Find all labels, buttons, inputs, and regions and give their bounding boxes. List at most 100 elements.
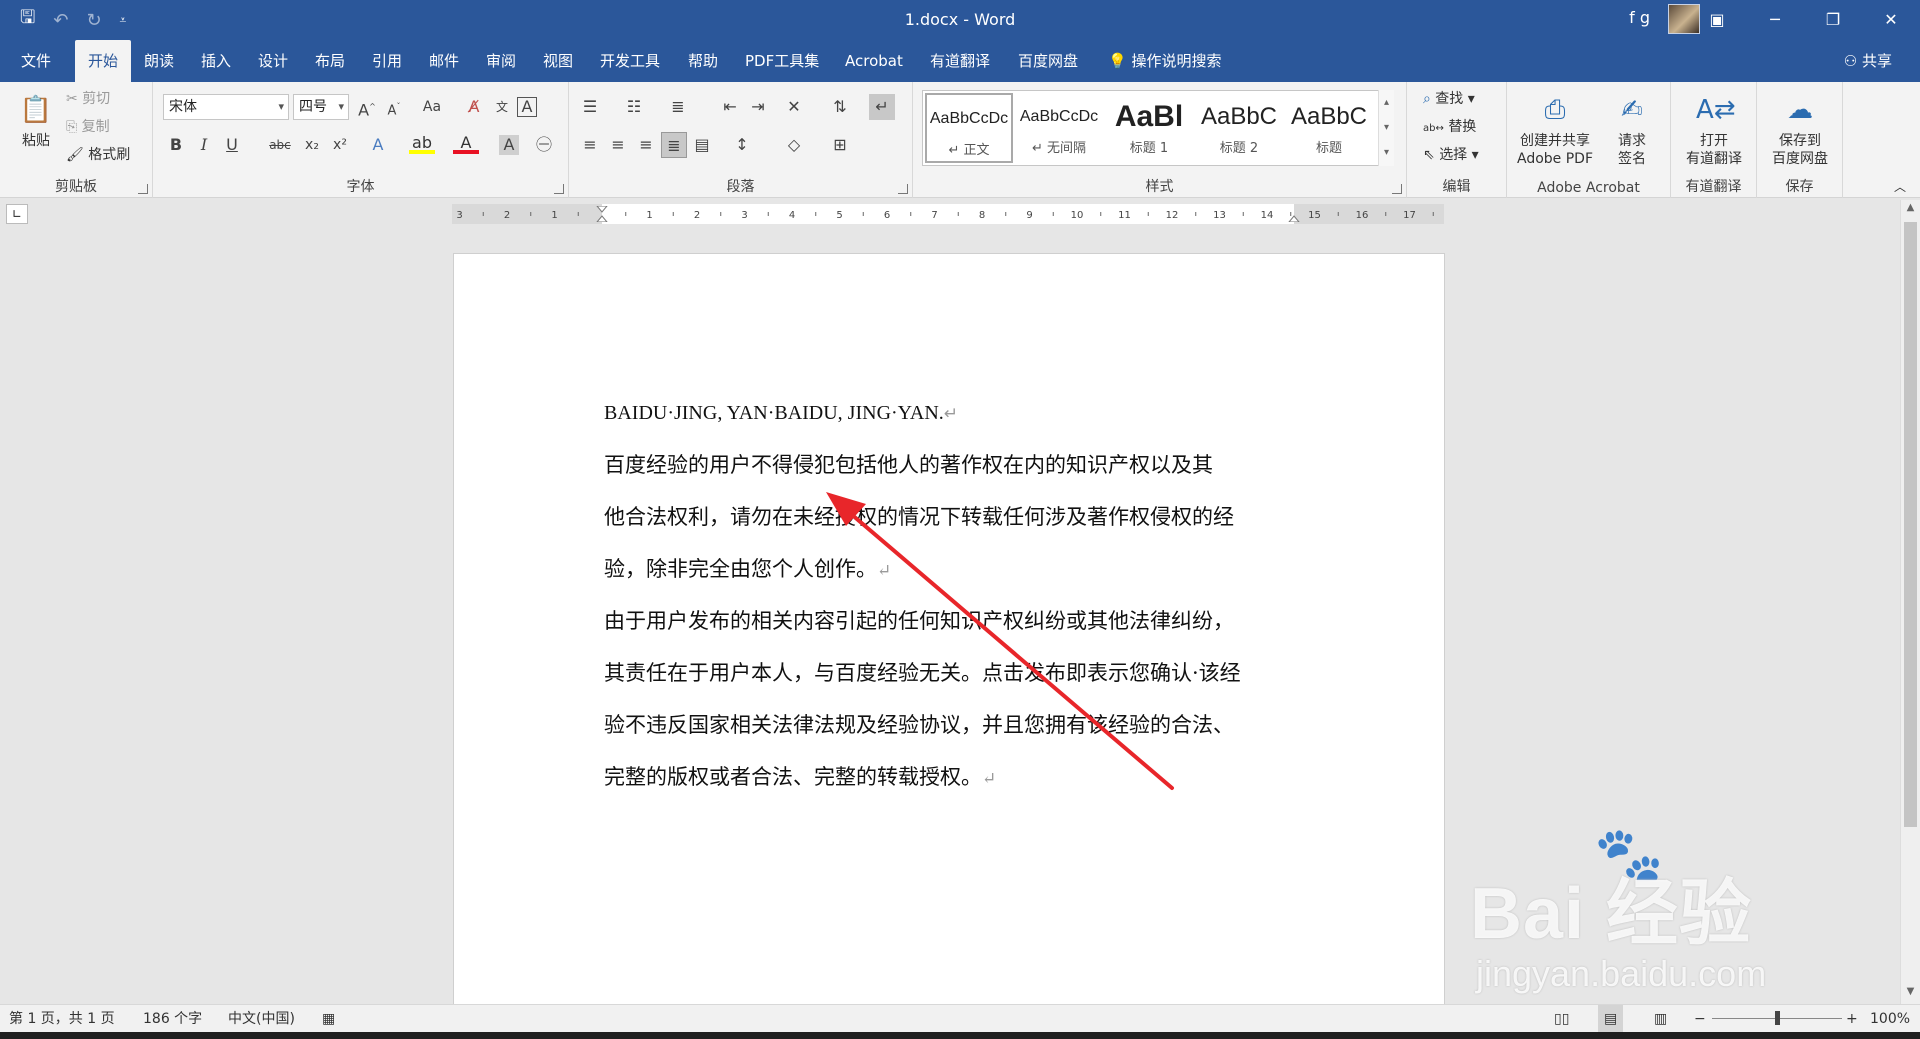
style-heading-2[interactable]: AaBbC 标题 2: [1195, 93, 1283, 163]
decrease-indent-icon[interactable]: ⇤: [717, 94, 743, 120]
indent-marker[interactable]: [596, 206, 608, 213]
paste-button[interactable]: 📋 粘贴: [14, 92, 58, 150]
share-button[interactable]: ⚇ 共享: [1844, 40, 1892, 82]
replace-button[interactable]: ab↔ 替换: [1423, 116, 1476, 136]
copy-button[interactable]: ⎘ 复制: [66, 116, 110, 136]
language-indicator[interactable]: 中文(中国): [228, 1005, 295, 1033]
ribbon-display-options-icon[interactable]: ▣: [1688, 0, 1746, 40]
tab-layout[interactable]: 布局: [307, 40, 353, 82]
zoom-slider-thumb[interactable]: [1775, 1011, 1780, 1025]
tab-references[interactable]: 引用: [364, 40, 410, 82]
align-left-icon[interactable]: ≡: [577, 132, 603, 158]
sort-icon[interactable]: ⇅: [827, 94, 853, 120]
zoom-out-button[interactable]: −: [1694, 1005, 1706, 1033]
indent-marker[interactable]: [596, 215, 608, 222]
highlight-icon[interactable]: ab: [409, 132, 435, 154]
vertical-scrollbar[interactable]: ▲ ▼: [1900, 200, 1920, 1004]
paragraph-launcher-icon[interactable]: [898, 184, 908, 194]
enclose-characters-icon[interactable]: ㊀: [531, 132, 557, 158]
scroll-up-icon[interactable]: ▴: [1379, 90, 1394, 115]
tab-selector[interactable]: ∟: [6, 204, 28, 224]
restore-icon[interactable]: ❐: [1804, 0, 1862, 40]
shading-icon[interactable]: ◇: [781, 132, 807, 158]
create-share-pdf-button[interactable]: ⎙ 创建并共享 Adobe PDF: [1513, 92, 1597, 168]
bullets-icon[interactable]: ☰: [577, 94, 603, 120]
tab-read-aloud[interactable]: 朗读: [136, 40, 182, 82]
zoom-level[interactable]: 100%: [1870, 1005, 1910, 1033]
tab-view[interactable]: 视图: [535, 40, 581, 82]
print-layout-icon[interactable]: ▤: [1598, 1005, 1624, 1033]
tab-help[interactable]: 帮助: [680, 40, 726, 82]
tab-review[interactable]: 审阅: [478, 40, 524, 82]
document-body[interactable]: BAIDU·JING, YAN·BAIDU, JING·YAN.↵ 百度经验的用…: [604, 387, 1304, 803]
save-to-netdisk-button[interactable]: ☁ 保存到 百度网盘: [1761, 92, 1839, 168]
clear-formatting-icon[interactable]: A̸: [461, 94, 487, 120]
align-right-icon[interactable]: ≡: [633, 132, 659, 158]
style-heading-1[interactable]: AaBl 标题 1: [1105, 93, 1193, 163]
minimize-icon[interactable]: ─: [1746, 0, 1804, 40]
zoom-in-button[interactable]: +: [1846, 1005, 1858, 1033]
distributed-icon[interactable]: ▤: [689, 132, 715, 158]
justify-icon[interactable]: ≣: [661, 132, 687, 158]
multilevel-list-icon[interactable]: ≣: [665, 94, 691, 120]
tab-developer[interactable]: 开发工具: [592, 40, 668, 82]
character-border-icon[interactable]: A: [517, 97, 537, 117]
tab-pdf-tools[interactable]: PDF工具集: [737, 40, 827, 82]
align-center-icon[interactable]: ≡: [605, 132, 631, 158]
scroll-thumb[interactable]: [1904, 222, 1917, 827]
tell-me-search[interactable]: 💡 操作说明搜索: [1100, 40, 1229, 82]
show-marks-icon[interactable]: ↵: [869, 94, 895, 120]
grow-font-icon[interactable]: A^: [354, 94, 380, 120]
find-button[interactable]: ⌕ 查找 ▾: [1423, 88, 1475, 108]
bold-button[interactable]: B: [163, 132, 189, 158]
tab-baidu-netdisk[interactable]: 百度网盘: [1010, 40, 1086, 82]
open-youdao-button[interactable]: A⇄ 打开 有道翻译: [1675, 92, 1753, 168]
font-color-icon[interactable]: A: [453, 132, 479, 154]
collapse-ribbon-icon[interactable]: ︿: [1894, 178, 1906, 195]
proofing-icon[interactable]: ▦: [322, 1005, 335, 1033]
text-effects-icon[interactable]: A: [365, 132, 391, 158]
indent-marker[interactable]: [1288, 215, 1300, 222]
user-name[interactable]: f g: [1629, 8, 1650, 27]
styles-scroll[interactable]: ▴ ▾ ▾: [1378, 90, 1394, 166]
change-case-button[interactable]: Aa: [415, 94, 449, 120]
font-name-select[interactable]: 宋体: [163, 94, 289, 120]
page-count[interactable]: 第 1 页，共 1 页: [9, 1005, 115, 1033]
style-title[interactable]: AaBbC 标题: [1285, 93, 1373, 163]
tab-insert[interactable]: 插入: [193, 40, 239, 82]
request-signature-button[interactable]: ✍ 请求 签名: [1607, 92, 1657, 168]
borders-icon[interactable]: ⊞: [827, 132, 853, 158]
tab-design[interactable]: 设计: [250, 40, 296, 82]
scroll-down-icon[interactable]: ▾: [1379, 115, 1394, 140]
strikethrough-button[interactable]: abc: [265, 132, 295, 158]
horizontal-ruler[interactable]: 3 2 1 1 2 3 4 5 6 7 8 9 10 11 12 13 14 15 16 17: [452, 204, 1444, 224]
subscript-button[interactable]: x₂: [299, 132, 325, 158]
shrink-font-icon[interactable]: Aˇ: [381, 94, 407, 120]
style-normal[interactable]: AaBbCcDc ↵ 正文: [925, 93, 1013, 163]
word-count[interactable]: 186 个字: [143, 1005, 202, 1033]
line-spacing-icon[interactable]: ↕: [729, 132, 755, 158]
chinese-layout-icon[interactable]: ✕: [781, 94, 807, 120]
tab-acrobat[interactable]: Acrobat: [837, 40, 911, 82]
tab-youdao[interactable]: 有道翻译: [922, 40, 998, 82]
tab-home[interactable]: 开始: [75, 40, 131, 82]
style-no-spacing[interactable]: AaBbCcDc ↵ 无间隔: [1015, 93, 1103, 163]
close-icon[interactable]: ✕: [1862, 0, 1920, 40]
select-button[interactable]: ⇖ 选择 ▾: [1423, 144, 1479, 164]
font-size-select[interactable]: 四号: [293, 94, 349, 120]
scroll-down-icon[interactable]: ▼: [1901, 986, 1920, 1002]
increase-indent-icon[interactable]: ⇥: [745, 94, 771, 120]
read-mode-icon[interactable]: ▯▯: [1554, 1005, 1569, 1033]
numbering-icon[interactable]: ☷: [621, 94, 647, 120]
styles-launcher-icon[interactable]: [1392, 184, 1402, 194]
scroll-up-icon[interactable]: ▲: [1901, 202, 1920, 218]
format-painter-button[interactable]: 🖌 格式刷: [66, 144, 130, 164]
web-layout-icon[interactable]: ▥: [1654, 1005, 1667, 1033]
more-styles-icon[interactable]: ▾: [1379, 140, 1394, 165]
character-shading-icon[interactable]: A: [499, 135, 519, 155]
superscript-button[interactable]: x²: [327, 132, 353, 158]
document-page[interactable]: BAIDU·JING, YAN·BAIDU, JING·YAN.↵ 百度经验的用…: [453, 253, 1445, 1013]
phonetic-guide-icon[interactable]: 文: [489, 94, 515, 120]
italic-button[interactable]: I: [191, 132, 217, 158]
cut-button[interactable]: ✂ 剪切: [66, 88, 110, 108]
